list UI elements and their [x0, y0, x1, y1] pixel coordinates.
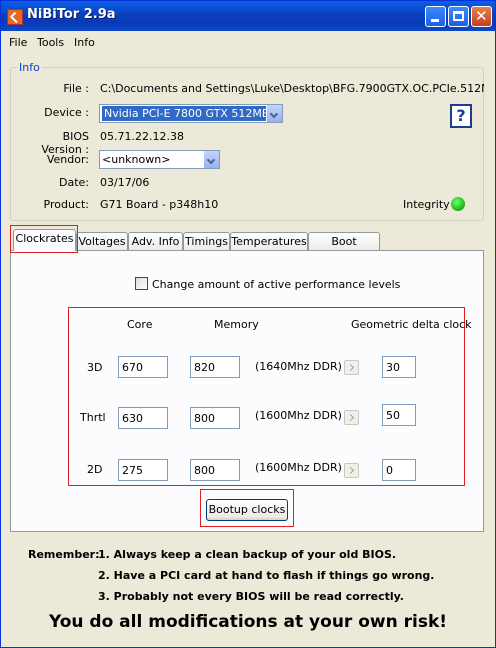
chevron-down-icon[interactable] — [203, 151, 219, 168]
memory-clock-2d-input[interactable]: 800 — [190, 459, 240, 481]
chevron-down-icon[interactable] — [266, 105, 282, 122]
delta-clock-3d-input[interactable]: 30 — [382, 356, 416, 378]
minimize-icon — [431, 19, 439, 22]
device-select[interactable]: Nvidia PCI-E 7800 GTX 512MB — [99, 104, 283, 123]
arrow-right-icon[interactable] — [344, 360, 359, 375]
vendor-label: Vendor: — [46, 153, 89, 166]
ddr-2d-value: (1600Mhz DDR) — [255, 461, 342, 474]
device-label: Device : — [44, 106, 89, 119]
bootup-clocks-button[interactable]: Bootup clocks — [206, 499, 288, 521]
geometric-delta-header: Geometric delta clock — [351, 318, 472, 331]
product-value: G71 Board - p348h10 — [100, 198, 219, 211]
memory-header: Memory — [214, 318, 259, 331]
window-title: NiBiTor 2.9a — [27, 7, 116, 22]
file-label: File : — [63, 82, 89, 95]
tab-adv-info[interactable]: Adv. Info — [128, 232, 183, 250]
risk-warning: You do all modifications at your own ris… — [48, 612, 448, 632]
core-header: Core — [127, 318, 153, 331]
row-label-thrtl: Thrtl — [80, 411, 106, 424]
performance-levels-label: Change amount of active performance leve… — [152, 278, 401, 291]
clockrates-tab-highlight — [10, 225, 78, 253]
minimize-button[interactable] — [425, 6, 446, 27]
delta-clock-thrtl-input[interactable]: 50 — [382, 404, 416, 426]
menu-file[interactable]: File — [9, 36, 27, 49]
date-value: 03/17/06 — [100, 176, 150, 189]
row-label-3d: 3D — [87, 361, 103, 374]
menu-info[interactable]: Info — [74, 36, 95, 49]
core-clock-2d-input[interactable]: 275 — [118, 459, 168, 481]
date-label: Date: — [59, 176, 89, 189]
ddr-thrtl-value: (1600Mhz DDR) — [255, 409, 342, 422]
tab-boot-settings[interactable]: Boot Settings — [308, 232, 380, 265]
bios-version-value: 05.71.22.12.38 — [100, 130, 184, 143]
app-icon[interactable] — [7, 9, 23, 25]
vendor-select-value: <unknown> — [102, 153, 171, 166]
remember-line-2: 2. Have a PCI card at hand to flash if t… — [98, 569, 435, 582]
maximize-icon — [453, 11, 464, 21]
remember-line-1: 1. Always keep a clean backup of your ol… — [98, 548, 397, 561]
row-label-2d: 2D — [87, 463, 103, 476]
title-bar[interactable]: NiBiTor 2.9a ✕ — [1, 1, 495, 31]
product-label: Product: — [43, 198, 89, 211]
tab-voltages[interactable]: Voltages — [76, 232, 128, 250]
tab-temperatures[interactable]: Temperatures — [230, 232, 308, 250]
integrity-status-icon — [451, 197, 465, 211]
info-group-title: Info — [17, 61, 42, 74]
file-path: C:\Documents and Settings\Luke\Desktop\B… — [100, 82, 484, 95]
ddr-3d-value: (1640Mhz DDR) — [255, 360, 342, 373]
memory-clock-thrtl-input[interactable]: 800 — [190, 407, 240, 429]
menu-tools[interactable]: Tools — [37, 36, 64, 49]
close-icon: ✕ — [475, 7, 488, 25]
device-select-value: Nvidia PCI-E 7800 GTX 512MB — [102, 106, 272, 121]
menu-bar: File Tools Info — [1, 32, 495, 52]
memory-clock-3d-input[interactable]: 820 — [190, 356, 240, 378]
arrow-right-icon[interactable] — [344, 463, 359, 478]
remember-label: Remember: — [28, 548, 100, 561]
close-button[interactable]: ✕ — [471, 6, 492, 27]
remember-line-3: 3. Probably not every BIOS will be read … — [98, 590, 404, 603]
arrow-right-icon[interactable] — [344, 410, 359, 425]
vendor-select[interactable]: <unknown> — [99, 150, 220, 169]
delta-clock-2d-input[interactable]: 0 — [382, 459, 416, 481]
core-clock-thrtl-input[interactable]: 630 — [118, 407, 168, 429]
tab-timings[interactable]: Timings — [183, 232, 230, 250]
help-icon[interactable]: ? — [450, 104, 472, 128]
maximize-button[interactable] — [448, 6, 469, 27]
performance-levels-checkbox[interactable] — [135, 277, 148, 290]
integrity-label: Integrity : — [403, 198, 457, 211]
core-clock-3d-input[interactable]: 670 — [118, 356, 168, 378]
